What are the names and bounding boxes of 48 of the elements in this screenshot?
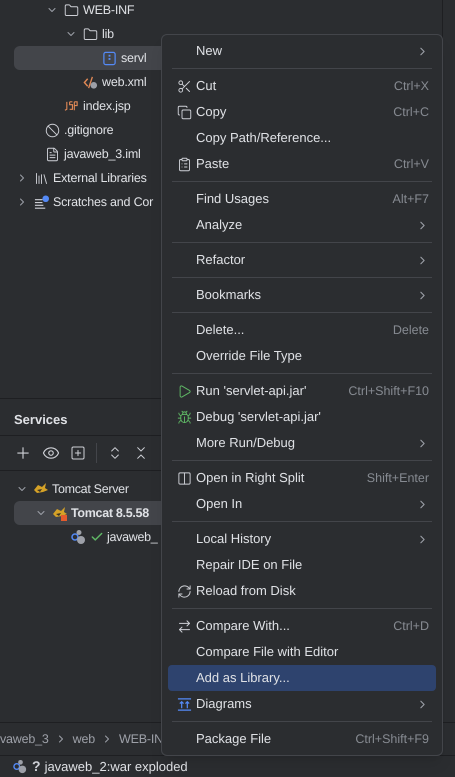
service-label: Tomcat Server [52, 480, 129, 498]
shortcut: Ctrl+D [393, 618, 430, 635]
menu-item-label: Cut [196, 77, 218, 96]
shortcut: Ctrl+Shift+F9 [355, 730, 430, 748]
tree-item-label: servl [121, 50, 146, 67]
menu-item-label: Find Usages [196, 190, 270, 208]
tree-item-label: javaweb_3.iml [64, 146, 141, 163]
menu-item-label: Repair IDE on File [196, 556, 304, 574]
shortcut: Ctrl+C [393, 104, 430, 121]
tree-item-label: Scratches and Cor [53, 194, 154, 211]
menu-item-label: Refactor [196, 251, 246, 270]
status-text: javaweb_2:war exploded [44, 758, 188, 776]
menu-item-label: Paste [196, 155, 230, 174]
menu-item-label: Local History [196, 530, 272, 548]
tree-item-label: .gitignore [64, 122, 114, 139]
menu-item-label: Compare With... [196, 617, 291, 636]
menu-item-label: Diagrams [196, 695, 253, 714]
unknown-status-mark: ? [32, 757, 41, 776]
shortcut: Ctrl+V [394, 156, 430, 173]
menu-item-label: Package File [196, 730, 272, 748]
menu-item-label: New [196, 42, 224, 60]
shortcut: Ctrl+X [394, 78, 430, 95]
service-label: javaweb_ [107, 528, 158, 546]
menu-item-label: Delete... [196, 321, 246, 340]
panel-title: Services [14, 412, 68, 427]
shortcut: Ctrl+Shift+F10 [348, 382, 430, 400]
tree-item-label: lib [102, 26, 114, 43]
shortcut: Delete [392, 322, 430, 339]
service-label: Tomcat 8.5.58 [71, 504, 149, 522]
menu-item-label: Copy [196, 103, 228, 122]
tree-item-label: web.xml [102, 74, 146, 91]
shortcut: Alt+F7 [392, 190, 430, 208]
menu-item-label: Open In [196, 495, 244, 514]
tree-item-label: index.jsp [83, 98, 131, 115]
shortcut: Shift+Enter [366, 470, 430, 487]
tree-item-label: WEB-INF [83, 2, 134, 19]
menu-item-label: Override File Type [196, 347, 303, 366]
menu-item-label: Reload from Disk [196, 582, 297, 600]
menu-item-label: Analyze [196, 216, 244, 234]
menu-item-label: Bookmarks [196, 286, 262, 304]
menu-item-label: Compare File with Editor [196, 643, 340, 662]
menu-item-label: Open in Right Split [196, 469, 306, 488]
menu-item-label: More Run/Debug [196, 434, 296, 452]
menu-item-label: Copy Path/Reference... [196, 129, 332, 148]
menu-item-label: Add as Library... [196, 669, 291, 688]
menu-item-label: Debug 'servlet-api.jar' [196, 408, 322, 426]
menu-item-label: Run 'servlet-api.jar' [196, 382, 308, 400]
tree-item-label: External Libraries [53, 170, 147, 187]
